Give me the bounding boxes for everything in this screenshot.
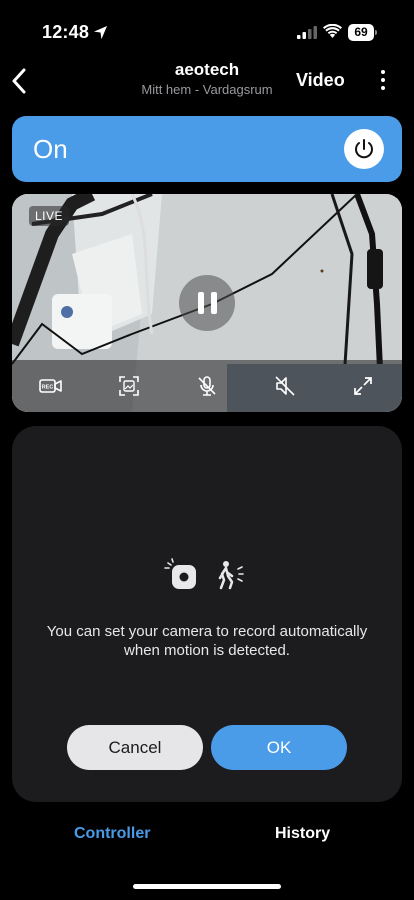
battery-level: 69	[348, 24, 374, 41]
cellular-signal-icon	[297, 26, 317, 39]
device-title: aeotech	[174, 60, 240, 79]
location-arrow-icon	[93, 25, 108, 40]
pause-bar-icon	[197, 292, 204, 314]
svg-text:REC: REC	[42, 385, 54, 391]
snapshot-button[interactable]	[115, 372, 143, 400]
more-options-button[interactable]	[374, 66, 392, 94]
device-location: Mitt hem - Vardagsrum	[141, 82, 273, 97]
battery-icon: 69	[348, 24, 378, 41]
mic-muted-icon	[198, 376, 216, 396]
fullscreen-icon	[354, 377, 372, 395]
pause-bar-icon	[210, 292, 217, 314]
tab-history[interactable]: History	[275, 825, 330, 843]
more-dot-icon	[381, 86, 385, 90]
more-dot-icon	[381, 78, 385, 82]
motion-recording-card: You can set your camera to record automa…	[12, 426, 402, 802]
video-controls-bar: REC	[12, 360, 402, 412]
back-button[interactable]	[4, 64, 34, 98]
video-button[interactable]: Video	[296, 70, 345, 91]
more-dot-icon	[381, 70, 385, 74]
motion-detection-icon	[164, 558, 244, 590]
record-video-icon: REC	[39, 379, 62, 393]
home-indicator[interactable]	[133, 884, 281, 889]
clock: 12:48	[42, 22, 90, 42]
power-toggle-button[interactable]	[344, 129, 384, 169]
status-bar: 12:48 69	[0, 0, 414, 56]
record-video-button[interactable]: REC	[37, 372, 65, 400]
power-icon	[355, 139, 373, 159]
snapshot-icon	[119, 376, 139, 396]
ok-button[interactable]: OK	[211, 725, 347, 770]
speaker-muted-icon	[275, 376, 295, 396]
pause-button[interactable]	[179, 275, 235, 331]
live-badge: LIVE	[29, 206, 70, 226]
motion-recording-message: You can set your camera to record automa…	[46, 623, 368, 659]
live-video-feed[interactable]: LIVE REC	[12, 194, 402, 412]
fullscreen-button[interactable]	[349, 372, 377, 400]
power-state-bar: On	[12, 116, 402, 182]
cancel-button[interactable]: Cancel	[67, 725, 203, 770]
speaker-toggle-button[interactable]	[271, 372, 299, 400]
wifi-icon	[323, 24, 342, 38]
microphone-toggle-button[interactable]	[193, 372, 221, 400]
power-state-label: On	[33, 134, 68, 164]
chevron-left-icon	[12, 68, 26, 94]
tab-controller[interactable]: Controller	[74, 825, 150, 843]
